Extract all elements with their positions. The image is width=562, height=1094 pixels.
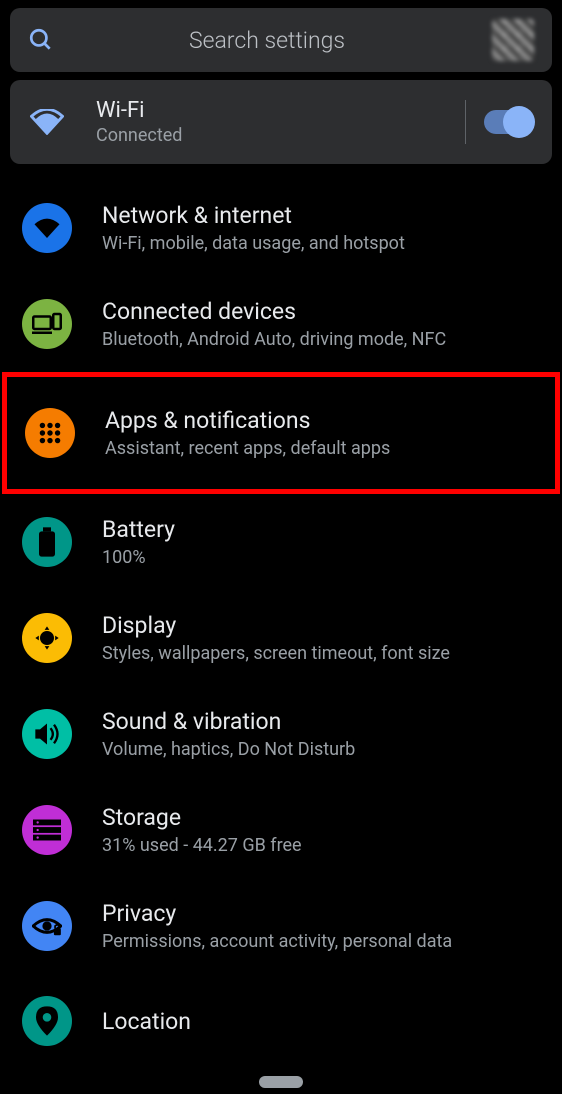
- item-title: Storage: [102, 804, 540, 831]
- item-title: Apps & notifications: [105, 407, 537, 434]
- devices-icon: [22, 299, 72, 349]
- battery-icon: [22, 517, 72, 567]
- setting-item-privacy[interactable]: Privacy Permissions, account activity, pe…: [0, 878, 562, 974]
- divider: [465, 100, 466, 144]
- apps-icon: [25, 408, 75, 458]
- item-subtitle: Styles, wallpapers, screen timeout, font…: [102, 643, 540, 664]
- setting-item-location[interactable]: Location: [0, 974, 562, 1068]
- item-title: Battery: [102, 516, 540, 543]
- item-text: Battery 100%: [102, 516, 540, 568]
- item-text: Network & internet Wi-Fi, mobile, data us…: [102, 202, 540, 254]
- wifi-toggle[interactable]: [484, 110, 532, 134]
- item-title: Privacy: [102, 900, 540, 927]
- item-text: Apps & notifications Assistant, recent ap…: [105, 407, 537, 459]
- wifi-status: Connected: [96, 125, 447, 146]
- brightness-icon: [22, 613, 72, 663]
- item-text: Sound & vibration Volume, haptics, Do Not…: [102, 708, 540, 760]
- item-subtitle: 100%: [102, 547, 540, 568]
- item-text: Storage 31% used - 44.27 GB free: [102, 804, 540, 856]
- item-subtitle: Permissions, account activity, personal …: [102, 931, 540, 952]
- setting-item-devices[interactable]: Connected devices Bluetooth, Android Auto…: [0, 276, 562, 372]
- wifi-text: Wi-Fi Connected: [96, 98, 447, 146]
- wifi-icon: [30, 109, 64, 135]
- item-subtitle: Volume, haptics, Do Not Disturb: [102, 739, 540, 760]
- wifi-quick-card[interactable]: Wi-Fi Connected: [10, 80, 552, 164]
- setting-item-wifi[interactable]: Network & internet Wi-Fi, mobile, data us…: [0, 180, 562, 276]
- setting-item-storage[interactable]: Storage 31% used - 44.27 GB free: [0, 782, 562, 878]
- item-text: Connected devices Bluetooth, Android Auto…: [102, 298, 540, 350]
- setting-item-battery[interactable]: Battery 100%: [0, 494, 562, 590]
- home-indicator[interactable]: [259, 1076, 303, 1088]
- location-icon: [22, 996, 72, 1046]
- item-title: Display: [102, 612, 540, 639]
- item-subtitle: 31% used - 44.27 GB free: [102, 835, 540, 856]
- item-text: Display Styles, wallpapers, screen timeou…: [102, 612, 540, 664]
- item-title: Sound & vibration: [102, 708, 540, 735]
- item-subtitle: Assistant, recent apps, default apps: [105, 438, 537, 459]
- wifi-title: Wi-Fi: [96, 98, 447, 123]
- item-text: Privacy Permissions, account activity, pe…: [102, 900, 540, 952]
- profile-avatar[interactable]: [492, 19, 534, 61]
- setting-item-brightness[interactable]: Display Styles, wallpapers, screen timeou…: [0, 590, 562, 686]
- item-title: Connected devices: [102, 298, 540, 325]
- item-title: Location: [102, 1008, 540, 1035]
- item-title: Network & internet: [102, 202, 540, 229]
- item-subtitle: Wi-Fi, mobile, data usage, and hotspot: [102, 233, 540, 254]
- item-text: Location: [102, 1008, 540, 1035]
- setting-item-apps[interactable]: Apps & notifications Assistant, recent ap…: [2, 372, 560, 494]
- wifi-icon: [22, 203, 72, 253]
- search-bar[interactable]: Search settings: [10, 8, 552, 72]
- sound-icon: [22, 709, 72, 759]
- search-placeholder: Search settings: [42, 27, 492, 54]
- privacy-icon: [22, 901, 72, 951]
- storage-icon: [22, 805, 72, 855]
- item-subtitle: Bluetooth, Android Auto, driving mode, N…: [102, 329, 540, 350]
- settings-list: Network & internet Wi-Fi, mobile, data us…: [0, 180, 562, 1068]
- setting-item-sound[interactable]: Sound & vibration Volume, haptics, Do Not…: [0, 686, 562, 782]
